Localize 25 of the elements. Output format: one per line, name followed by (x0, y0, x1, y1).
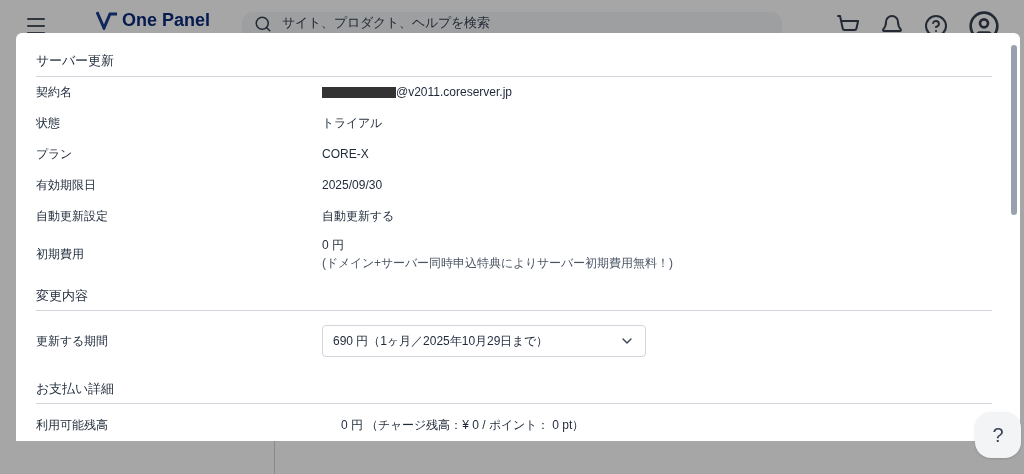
search-field[interactable]: サイト、プロダクト、ヘルプを検索 (242, 11, 783, 34)
field-value: CORE-X (322, 146, 369, 163)
help-button[interactable]: ? (975, 412, 1021, 458)
field-value: トライアル (322, 115, 382, 132)
field-value: @v2011.coreserver.jp (396, 84, 512, 101)
field-label: 契約名 (36, 84, 73, 101)
field-label: 初期費用 (36, 245, 85, 263)
logo-mark (96, 10, 118, 30)
section-title: 変更内容 (36, 285, 992, 311)
field-label: 状態 (36, 115, 61, 132)
logo[interactable]: One Panel (122, 10, 211, 30)
field-label: プラン (36, 146, 73, 163)
field-value: 0 円 (322, 236, 344, 254)
scrollbar-thumb[interactable] (1011, 45, 1017, 215)
period-select[interactable]: 690 円（1ヶ月／2025年10月29日まで） (322, 325, 646, 357)
field-label: 自動更新設定 (36, 208, 109, 225)
section-title: お支払い詳細 (36, 379, 992, 404)
field-label: 更新する期間 (36, 333, 109, 350)
field-label: 利用可能残高 (36, 416, 109, 434)
dialog-title: サーバー更新 (36, 51, 992, 77)
field-value: 0 円 （チャージ残高：¥ 0 / ポイント： 0 pt） (341, 416, 585, 434)
field-label: 有効期限日 (36, 177, 97, 194)
field-value: 自動更新する (322, 208, 394, 225)
field-note: (ドメイン+サーバー同時申込特典によりサーバー初期費用無料！) (322, 254, 673, 272)
field-value: 2025/09/30 (322, 177, 383, 194)
